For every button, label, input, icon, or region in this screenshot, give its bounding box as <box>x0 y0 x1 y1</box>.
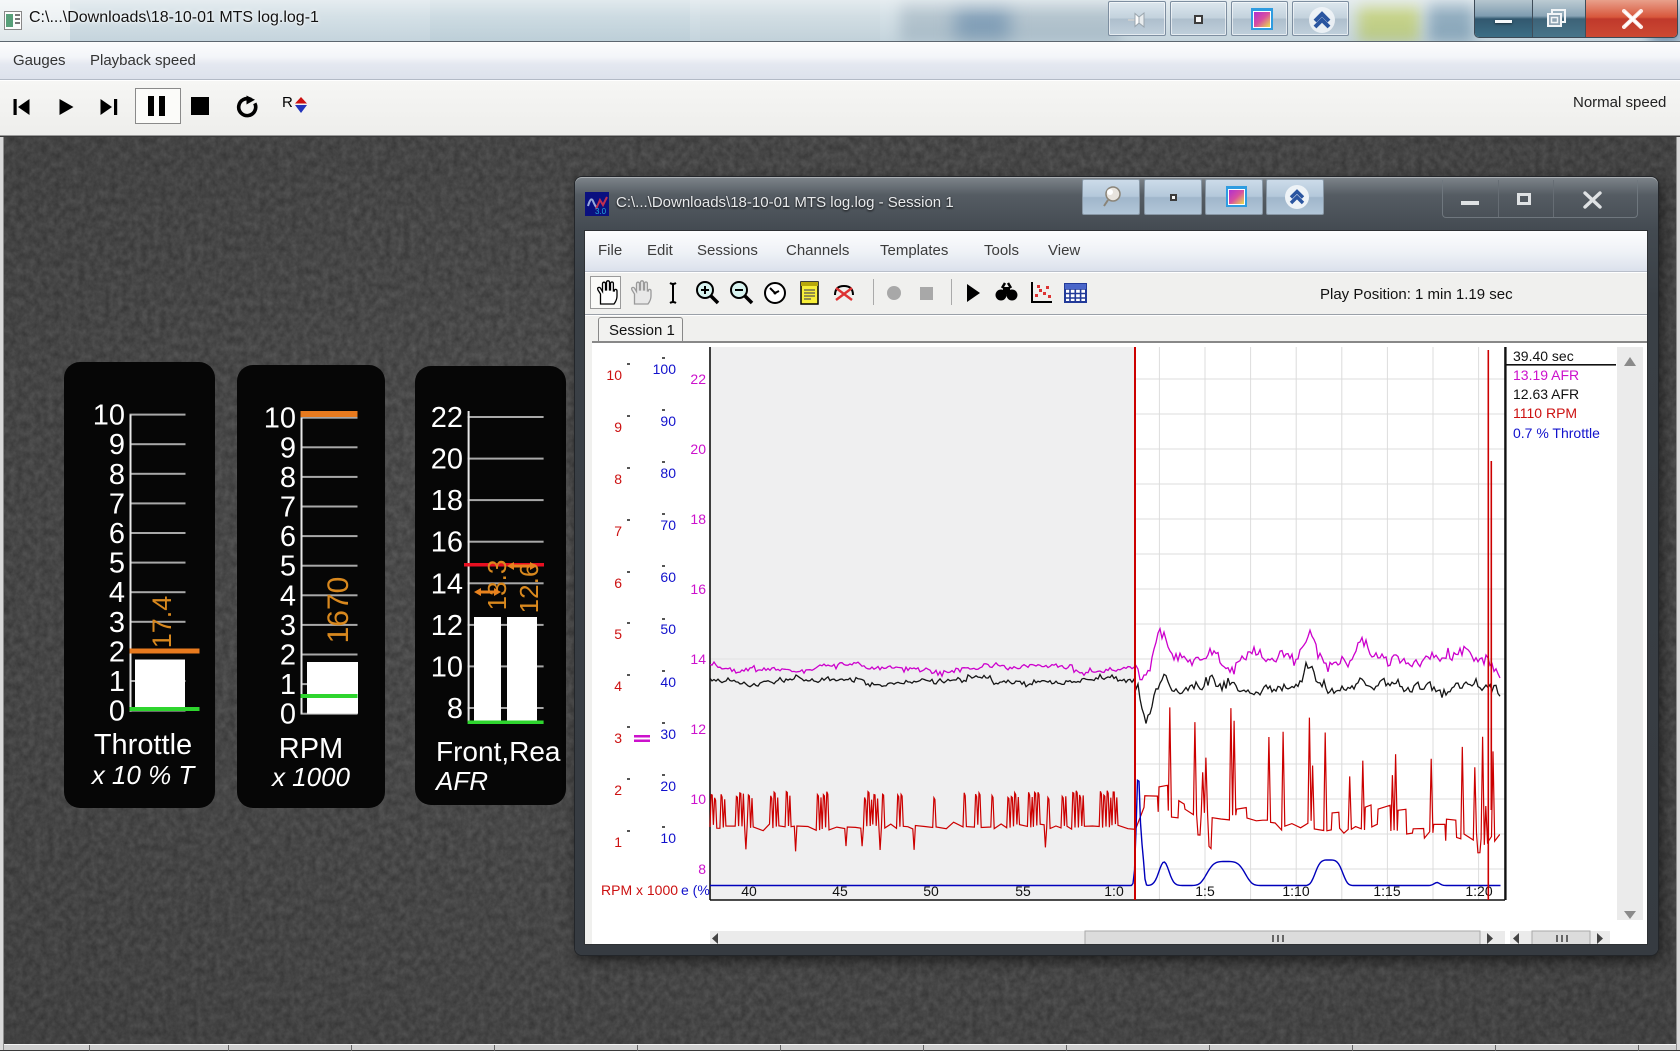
svg-text:14: 14 <box>431 568 463 600</box>
svg-text:3: 3 <box>109 607 125 639</box>
svg-text:2: 2 <box>614 782 622 798</box>
svg-text:1: 1 <box>109 666 125 698</box>
svg-text:12.6: 12.6 <box>514 563 544 614</box>
svg-text:10: 10 <box>431 651 463 683</box>
svg-text:2: 2 <box>280 640 296 672</box>
svg-text:17.4: 17.4 <box>147 596 177 649</box>
svg-text:AFR: AFR <box>434 766 488 796</box>
svg-text:13.19 AFR: 13.19 AFR <box>1513 367 1579 383</box>
svg-text:0: 0 <box>280 699 296 731</box>
svg-text:12: 12 <box>690 721 706 737</box>
svg-text:22: 22 <box>431 402 463 434</box>
svg-text:5: 5 <box>280 551 296 583</box>
svg-text:100: 100 <box>653 361 677 377</box>
svg-text:8: 8 <box>614 471 622 487</box>
svg-text:20: 20 <box>431 444 463 476</box>
svg-text:x 1000: x 1000 <box>270 762 351 792</box>
svg-text:4: 4 <box>280 580 296 612</box>
svg-text:6: 6 <box>280 521 296 553</box>
svg-text:5: 5 <box>109 548 125 580</box>
svg-text:1: 1 <box>614 834 622 850</box>
svg-text:70: 70 <box>660 517 676 533</box>
svg-text:13.3: 13.3 <box>482 560 512 611</box>
svg-text:1:5: 1:5 <box>1195 883 1215 899</box>
svg-text:7: 7 <box>280 492 296 524</box>
svg-text:10: 10 <box>660 830 676 846</box>
svg-text:1110 RPM: 1110 RPM <box>1513 405 1577 421</box>
svg-text:Front,Rea: Front,Rea <box>436 736 561 767</box>
svg-text:12: 12 <box>431 610 463 642</box>
svg-text:60: 60 <box>660 569 676 585</box>
svg-text:80: 80 <box>660 465 676 481</box>
svg-text:Throttle: Throttle <box>94 729 192 761</box>
svg-text:3.0: 3.0 <box>595 207 607 216</box>
svg-text:2: 2 <box>109 636 125 668</box>
svg-text:3: 3 <box>280 610 296 642</box>
svg-text:12.63 AFR: 12.63 AFR <box>1513 386 1579 402</box>
svg-text:16: 16 <box>690 581 706 597</box>
svg-text:16: 16 <box>431 527 463 559</box>
svg-text:50: 50 <box>660 621 676 637</box>
svg-text:9: 9 <box>614 419 622 435</box>
svg-text:40: 40 <box>660 674 676 690</box>
svg-text:6: 6 <box>109 518 125 550</box>
svg-text:1: 1 <box>280 669 296 701</box>
svg-text:RPM x 1000: RPM x 1000 <box>601 882 678 898</box>
svg-text:9: 9 <box>280 432 296 464</box>
svg-text:5: 5 <box>614 626 622 642</box>
svg-text:0: 0 <box>109 696 125 728</box>
svg-text:10: 10 <box>93 400 125 432</box>
svg-text:18: 18 <box>431 485 463 517</box>
svg-text:14: 14 <box>690 651 706 667</box>
svg-text:10: 10 <box>606 367 622 383</box>
svg-text:7: 7 <box>109 488 125 520</box>
svg-text:18: 18 <box>690 511 706 527</box>
svg-text:x 10 % T: x 10 % T <box>90 760 197 790</box>
svg-text:3: 3 <box>614 730 622 746</box>
svg-text:10: 10 <box>264 403 296 435</box>
svg-text:4: 4 <box>109 577 125 609</box>
svg-text:0.7 % Throttle: 0.7 % Throttle <box>1513 425 1600 441</box>
svg-text:20: 20 <box>660 778 676 794</box>
svg-text:7: 7 <box>614 523 622 539</box>
svg-text:6: 6 <box>614 575 622 591</box>
svg-text:22: 22 <box>690 371 706 387</box>
svg-text:8: 8 <box>698 861 706 877</box>
svg-text:39.40 sec: 39.40 sec <box>1513 348 1574 364</box>
svg-text:1670: 1670 <box>322 577 355 644</box>
svg-text:10: 10 <box>690 791 706 807</box>
svg-text:90: 90 <box>660 413 676 429</box>
svg-text:RPM: RPM <box>279 733 343 765</box>
svg-text:9: 9 <box>109 429 125 461</box>
svg-text:8: 8 <box>109 459 125 491</box>
svg-text:20: 20 <box>690 441 706 457</box>
svg-text:30: 30 <box>660 726 676 742</box>
svg-text:8: 8 <box>280 462 296 494</box>
svg-text:e (%: e (% <box>681 882 710 898</box>
svg-text:4: 4 <box>614 678 622 694</box>
svg-text:8: 8 <box>447 693 463 725</box>
